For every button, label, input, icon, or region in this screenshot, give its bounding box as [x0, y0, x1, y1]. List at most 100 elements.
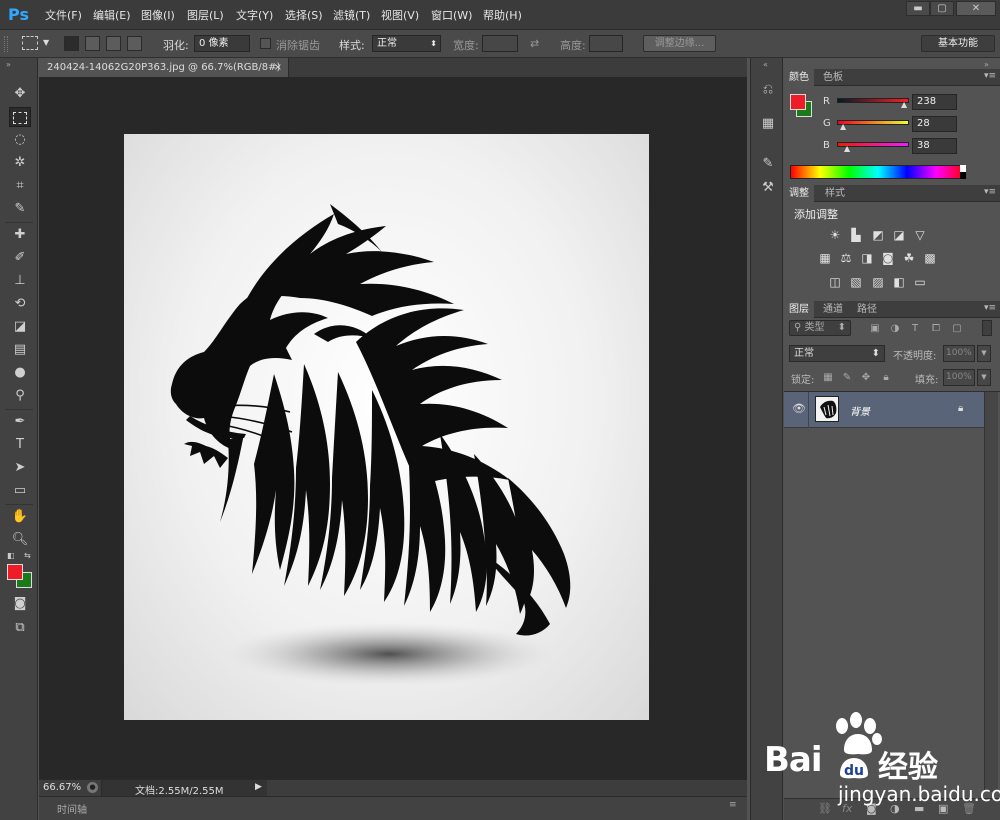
blue-slider-thumb-icon[interactable]: ▲ — [844, 144, 850, 153]
height-input[interactable] — [589, 35, 623, 52]
path-selection-tool-icon[interactable]: ➤ — [9, 458, 31, 478]
tab-paths[interactable]: 路径 — [852, 301, 882, 318]
collapse-dock-icon[interactable]: « — [763, 60, 768, 69]
hue-saturation-icon[interactable]: ▦ — [817, 251, 833, 265]
swap-colors-icon[interactable]: ⇆ — [24, 551, 31, 560]
crop-tool-icon[interactable]: ⌗ — [9, 176, 31, 196]
hand-tool-icon[interactable]: ✋ — [9, 507, 31, 527]
new-selection-icon[interactable] — [64, 36, 79, 51]
menu-view[interactable]: 视图(V) — [381, 7, 419, 23]
filter-toggle[interactable] — [982, 320, 992, 336]
menu-edit[interactable]: 编辑(E) — [93, 7, 131, 23]
layer-name[interactable]: 背景 — [850, 403, 870, 418]
gradient-map-icon[interactable]: ▭ — [912, 275, 928, 289]
tab-channels[interactable]: 通道 — [818, 301, 848, 318]
filter-pixel-icon[interactable]: ▣ — [868, 322, 882, 336]
tab-adjustments[interactable]: 调整 — [784, 185, 814, 202]
history-panel-icon[interactable]: ⎌ — [758, 80, 778, 100]
eyedropper-tool-icon[interactable]: ✎ — [9, 199, 31, 219]
brightness-icon[interactable]: ☀ — [827, 228, 843, 242]
blend-mode-select[interactable]: 正常 ⬍ — [789, 345, 885, 362]
eraser-tool-icon[interactable]: ◪ — [9, 317, 31, 337]
menu-layer[interactable]: 图层(L) — [187, 7, 224, 23]
photo-filter-icon[interactable]: ◙ — [880, 251, 896, 265]
minimize-button[interactable]: ▬ — [906, 1, 930, 16]
vibrance-icon[interactable]: ▽ — [912, 228, 928, 242]
collapse-icon[interactable]: » — [6, 60, 11, 69]
filter-type-icon[interactable]: T — [908, 322, 922, 336]
panel-menu-icon[interactable]: ▾≡ — [984, 187, 996, 197]
curves-icon[interactable]: ◩ — [870, 228, 886, 242]
quick-mask-icon[interactable]: ◙ — [9, 594, 31, 614]
red-slider-thumb-icon[interactable]: ▲ — [901, 100, 907, 109]
type-tool-icon[interactable]: T — [9, 435, 31, 455]
invert-icon[interactable]: ◫ — [827, 275, 843, 289]
tab-color[interactable]: 颜色 — [784, 69, 814, 86]
screen-mode-icon[interactable]: ⧉ — [9, 618, 31, 638]
default-colors-icon[interactable]: ◧ — [7, 551, 15, 560]
filter-smart-object-icon[interactable]: ▢ — [950, 322, 964, 336]
channel-mixer-icon[interactable]: ☘ — [901, 251, 917, 265]
green-slider-thumb-icon[interactable]: ▲ — [840, 122, 846, 131]
eye-visibility-icon[interactable]: 👁︎ — [792, 402, 806, 415]
collapse-panels-icon[interactable]: » — [984, 60, 989, 69]
history-brush-tool-icon[interactable]: ⟲ — [9, 294, 31, 314]
black-chip[interactable] — [960, 172, 966, 179]
gradient-tool-icon[interactable]: ▤ — [9, 340, 31, 360]
foreground-color-swatch[interactable] — [7, 564, 23, 580]
document-tab[interactable]: 240424-14062G20P363.jpg @ 66.7%(RGB/8#) … — [39, 58, 289, 77]
exposure-icon[interactable]: ◪ — [891, 228, 907, 242]
rectangle-tool-icon[interactable]: ▭ — [9, 481, 31, 501]
swap-icon[interactable]: ⇄ — [530, 37, 539, 50]
panel-menu-icon[interactable]: ▾≡ — [984, 303, 996, 313]
fill-dropdown-icon[interactable]: ▼ — [977, 369, 991, 386]
pen-tool-icon[interactable]: ✒ — [9, 412, 31, 432]
marquee-preset-icon[interactable] — [22, 36, 38, 50]
status-info-icon[interactable]: ● — [87, 782, 98, 793]
properties-panel-icon[interactable]: ▦ — [758, 114, 778, 134]
tab-swatches[interactable]: 色板 — [818, 69, 848, 86]
move-tool-icon[interactable]: ✥ — [9, 84, 31, 104]
tab-close-icon[interactable]: × — [274, 58, 282, 77]
clone-stamp-tool-icon[interactable]: ⊥ — [9, 271, 31, 291]
panel-menu-icon[interactable]: ≡ — [729, 800, 737, 810]
blur-tool-icon[interactable]: ● — [9, 363, 31, 383]
opacity-dropdown-icon[interactable]: ▼ — [977, 345, 991, 362]
color-balance-icon[interactable]: ⚖ — [838, 251, 854, 265]
brush-panel-icon[interactable]: ✎ — [758, 154, 778, 174]
healing-brush-tool-icon[interactable]: ✚ — [9, 225, 31, 245]
tab-styles[interactable]: 样式 — [820, 185, 850, 202]
tab-layers[interactable]: 图层 — [784, 301, 814, 318]
fill-input[interactable]: 100% — [943, 369, 975, 386]
lock-transparent-icon[interactable]: ▦ — [821, 371, 835, 385]
menu-file[interactable]: 文件(F) — [45, 7, 82, 23]
document-canvas[interactable] — [124, 134, 649, 720]
width-input[interactable] — [482, 35, 518, 52]
green-value-input[interactable]: 28 — [912, 116, 957, 132]
antialias-checkbox[interactable] — [260, 38, 271, 49]
photoshop-logo[interactable]: Ps — [8, 4, 34, 26]
layer-lock-icon[interactable]: 🔒︎ — [958, 403, 963, 414]
menu-type[interactable]: 文字(Y) — [236, 7, 273, 23]
layer-filter-select[interactable]: ⚲ 类型 ⬍ — [789, 320, 851, 336]
zoom-level[interactable]: 66.67% — [43, 782, 81, 793]
color-lookup-icon[interactable]: ▩ — [922, 251, 938, 265]
marquee-tool-icon[interactable] — [9, 107, 31, 127]
layer-row[interactable]: 👁︎ 背景 🔒︎ — [784, 392, 984, 428]
filter-shape-icon[interactable]: ⧠ — [929, 322, 943, 336]
blue-value-input[interactable]: 38 — [912, 138, 957, 154]
panel-menu-icon[interactable]: ▾≡ — [984, 71, 996, 81]
close-button[interactable]: ✕ — [956, 1, 996, 16]
lock-position-icon[interactable]: ✥ — [859, 371, 873, 385]
maximize-button[interactable]: ▢ — [930, 1, 954, 16]
threshold-icon[interactable]: ▨ — [870, 275, 886, 289]
intersect-selection-icon[interactable] — [127, 36, 142, 51]
levels-icon[interactable]: ▙ — [848, 228, 864, 242]
lock-pixels-icon[interactable]: ✎ — [840, 371, 854, 385]
status-menu-arrow-icon[interactable]: ▶ — [255, 782, 262, 792]
lock-all-icon[interactable]: 🔒︎ — [879, 371, 893, 385]
grip-handle[interactable] — [4, 36, 8, 52]
menu-image[interactable]: 图像(I) — [141, 7, 175, 23]
style-select[interactable]: 正常 ⬍ — [372, 35, 441, 52]
green-slider[interactable] — [837, 120, 909, 125]
